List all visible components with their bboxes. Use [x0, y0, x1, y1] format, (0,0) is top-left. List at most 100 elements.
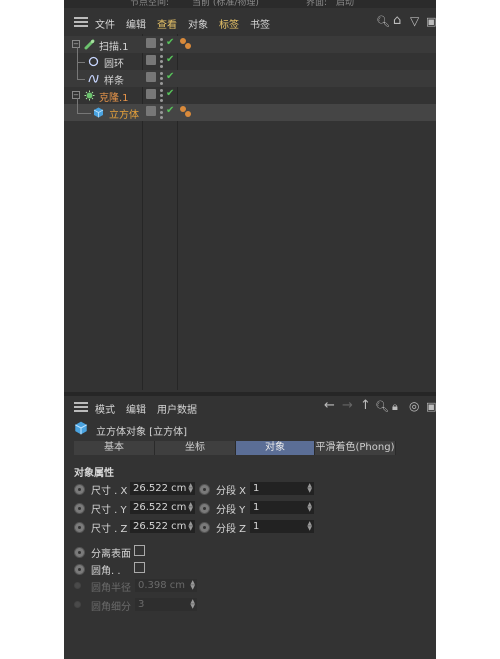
visibility-dots-icon[interactable]: [160, 55, 164, 68]
enabled-check-icon[interactable]: ✔: [166, 54, 174, 65]
fillet-radius-label: 圆角半径: [91, 583, 131, 594]
spinner-icon[interactable]: ▲ ▼: [188, 483, 193, 494]
size-y-label: 尺寸 . Y: [91, 505, 127, 516]
object-row-circle[interactable]: 圆环 ✔: [64, 47, 436, 70]
menu-object[interactable]: 对象: [188, 16, 208, 31]
forward-arrow-icon[interactable]: →: [342, 398, 353, 413]
segments-x-input[interactable]: 1 ▲ ▼: [250, 482, 314, 495]
tree-line: [77, 113, 91, 114]
tree-line: [77, 79, 85, 80]
phong-tag-icon[interactable]: [180, 106, 194, 118]
tree-line: [77, 47, 78, 62]
separate-surfaces-checkbox[interactable]: [134, 545, 145, 556]
size-x-input[interactable]: 26.522 cm ▲ ▼: [130, 482, 195, 495]
tree-line: [77, 62, 85, 63]
hamburger-menu-icon[interactable]: [74, 17, 88, 27]
up-arrow-icon[interactable]: ↑: [360, 398, 371, 413]
segments-z-input[interactable]: 1 ▲ ▼: [250, 520, 314, 533]
layer-toggle-icon[interactable]: [146, 72, 156, 82]
section-title: 对象属性: [74, 468, 114, 479]
animate-radio-icon[interactable]: [199, 503, 210, 514]
spinner-icon[interactable]: ▲ ▼: [188, 502, 193, 513]
tree-line: [77, 98, 78, 113]
size-z-label: 尺寸 . Z: [91, 524, 128, 535]
spinner-icon[interactable]: ▲ ▼: [188, 521, 193, 532]
tab-phong[interactable]: 平滑着色(Phong): [315, 441, 396, 455]
animate-radio-icon[interactable]: [74, 503, 85, 514]
layer-toggle-icon[interactable]: [146, 55, 156, 65]
search-icon[interactable]: 🔍︎: [375, 400, 389, 413]
animate-radio-icon[interactable]: [74, 522, 85, 533]
search-icon[interactable]: 🔍︎: [376, 15, 390, 28]
visibility-dots-icon[interactable]: [160, 38, 164, 51]
menu-edit[interactable]: 编辑: [126, 16, 146, 31]
menu-view[interactable]: 查看: [157, 16, 177, 31]
filter-icon[interactable]: ▽: [410, 14, 419, 28]
object-row-spline[interactable]: 样条 ✔: [64, 62, 436, 87]
object-name: 立方体: [109, 110, 139, 121]
menu-bookmarks[interactable]: 书签: [250, 16, 270, 31]
tree-line: [77, 62, 78, 79]
visibility-dots-icon[interactable]: [160, 106, 164, 119]
spinner-icon: ▲ ▼: [190, 579, 195, 591]
new-window-icon[interactable]: ▣: [426, 400, 436, 413]
size-y-input[interactable]: 26.522 cm ▲ ▼: [130, 501, 195, 514]
attribute-tabs: 基本 坐标 对象 平滑着色(Phong): [74, 441, 396, 455]
back-arrow-icon[interactable]: ←: [324, 398, 335, 413]
separate-surfaces-label: 分离表面: [91, 549, 131, 560]
size-z-input[interactable]: 26.522 cm ▲ ▼: [130, 520, 195, 533]
menu-edit[interactable]: 编辑: [126, 401, 146, 416]
target-icon[interactable]: ◎: [409, 399, 419, 413]
layout-dropdown[interactable]: 启动: [336, 0, 354, 8]
new-window-icon[interactable]: ▣: [426, 15, 436, 28]
spinner-icon[interactable]: ▲ ▼: [307, 483, 312, 494]
fillet-radius-input: 0.398 cm ▲ ▼: [135, 579, 197, 592]
segments-x-label: 分段 X: [216, 486, 247, 497]
tab-coordinates[interactable]: 坐标: [155, 441, 236, 455]
enabled-check-icon[interactable]: ✔: [166, 71, 174, 82]
collapse-toggle-icon[interactable]: −: [72, 40, 80, 48]
layer-toggle-icon[interactable]: [146, 106, 156, 116]
menu-mode[interactable]: 模式: [95, 401, 115, 416]
node-space-dropdown[interactable]: 当前 (标准/物理): [192, 0, 259, 8]
cinema4d-app: 节点空间: 当前 (标准/物理) 界面: 启动 文件 编辑 查看 对象 标签 书…: [64, 0, 436, 659]
visibility-dots-icon[interactable]: [160, 72, 164, 85]
home-icon[interactable]: ⌂: [393, 13, 401, 28]
segments-y-input[interactable]: 1 ▲ ▼: [250, 501, 314, 514]
layer-toggle-icon[interactable]: [146, 89, 156, 99]
object-row-sweep[interactable]: − 扫描.1 ✔: [64, 36, 436, 53]
animate-radio-icon[interactable]: [74, 484, 85, 495]
layer-toggle-icon[interactable]: [146, 38, 156, 48]
node-space-strip: 节点空间: 当前 (标准/物理) 界面: 启动: [64, 0, 436, 8]
phong-tag-icon[interactable]: [180, 38, 194, 50]
animate-radio-icon[interactable]: [199, 484, 210, 495]
lock-icon[interactable]: 🔒︎: [392, 400, 398, 414]
layout-label: 界面:: [306, 0, 328, 8]
animate-radio-icon[interactable]: [74, 547, 85, 558]
enabled-check-icon[interactable]: ✔: [166, 105, 174, 116]
object-name: 扫描.1: [99, 42, 129, 53]
object-name: 克隆.1: [99, 93, 129, 104]
spinner-icon[interactable]: ▲ ▼: [307, 502, 312, 513]
visibility-dots-icon[interactable]: [160, 89, 164, 102]
enabled-check-icon[interactable]: ✔: [166, 37, 174, 48]
panel-divider[interactable]: [64, 392, 436, 396]
animate-radio-icon[interactable]: [199, 522, 210, 533]
tab-basic[interactable]: 基本: [74, 441, 155, 455]
collapse-toggle-icon[interactable]: −: [72, 91, 80, 99]
enabled-check-icon[interactable]: ✔: [166, 88, 174, 99]
menu-tags[interactable]: 标签: [219, 16, 239, 31]
size-x-label: 尺寸 . X: [91, 486, 128, 497]
animate-radio-icon[interactable]: [74, 564, 85, 575]
menu-user-data[interactable]: 用户数据: [157, 401, 197, 416]
fillet-checkbox[interactable]: [134, 562, 145, 573]
object-row-cube[interactable]: 立方体 ✔: [64, 98, 436, 121]
hamburger-menu-icon[interactable]: [74, 402, 88, 412]
tab-object[interactable]: 对象: [236, 441, 315, 455]
spinner-icon[interactable]: ▲ ▼: [307, 521, 312, 532]
spline-icon: [88, 74, 99, 83]
object-title-text: 立方体对象 [立方体]: [96, 427, 187, 438]
object-row-cloner[interactable]: − 克隆.1 ✔: [64, 87, 436, 104]
menu-file[interactable]: 文件: [95, 16, 115, 31]
segments-z-label: 分段 Z: [216, 524, 247, 535]
